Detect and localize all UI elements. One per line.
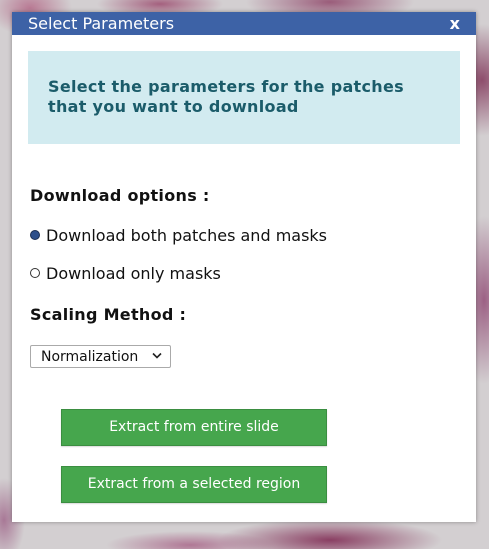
extract-entire-slide-button[interactable]: Extract from entire slide	[61, 409, 327, 446]
info-text: Select the parameters for the patches th…	[48, 77, 404, 116]
radio-button-checked[interactable]	[30, 230, 40, 240]
radio-label: Download only masks	[46, 263, 221, 283]
close-icon[interactable]: x	[450, 14, 460, 33]
scaling-method-heading: Scaling Method :	[30, 305, 187, 324]
radio-button[interactable]	[30, 268, 40, 278]
extract-selected-region-button[interactable]: Extract from a selected region	[61, 466, 327, 503]
scaling-method-select[interactable]: Normalization	[30, 345, 171, 368]
radio-download-masks[interactable]: Download only masks	[30, 263, 221, 283]
info-box: Select the parameters for the patches th…	[28, 51, 460, 144]
select-parameters-dialog: Select Parameters x Select the parameter…	[12, 12, 476, 522]
radio-download-both[interactable]: Download both patches and masks	[30, 225, 327, 245]
scaling-method-value: Normalization	[41, 349, 139, 365]
dialog-title: Select Parameters	[28, 14, 175, 33]
dialog-titlebar: Select Parameters x	[12, 12, 476, 35]
chevron-down-icon	[152, 352, 162, 359]
download-options-heading: Download options :	[30, 186, 210, 205]
radio-label: Download both patches and masks	[46, 225, 328, 245]
